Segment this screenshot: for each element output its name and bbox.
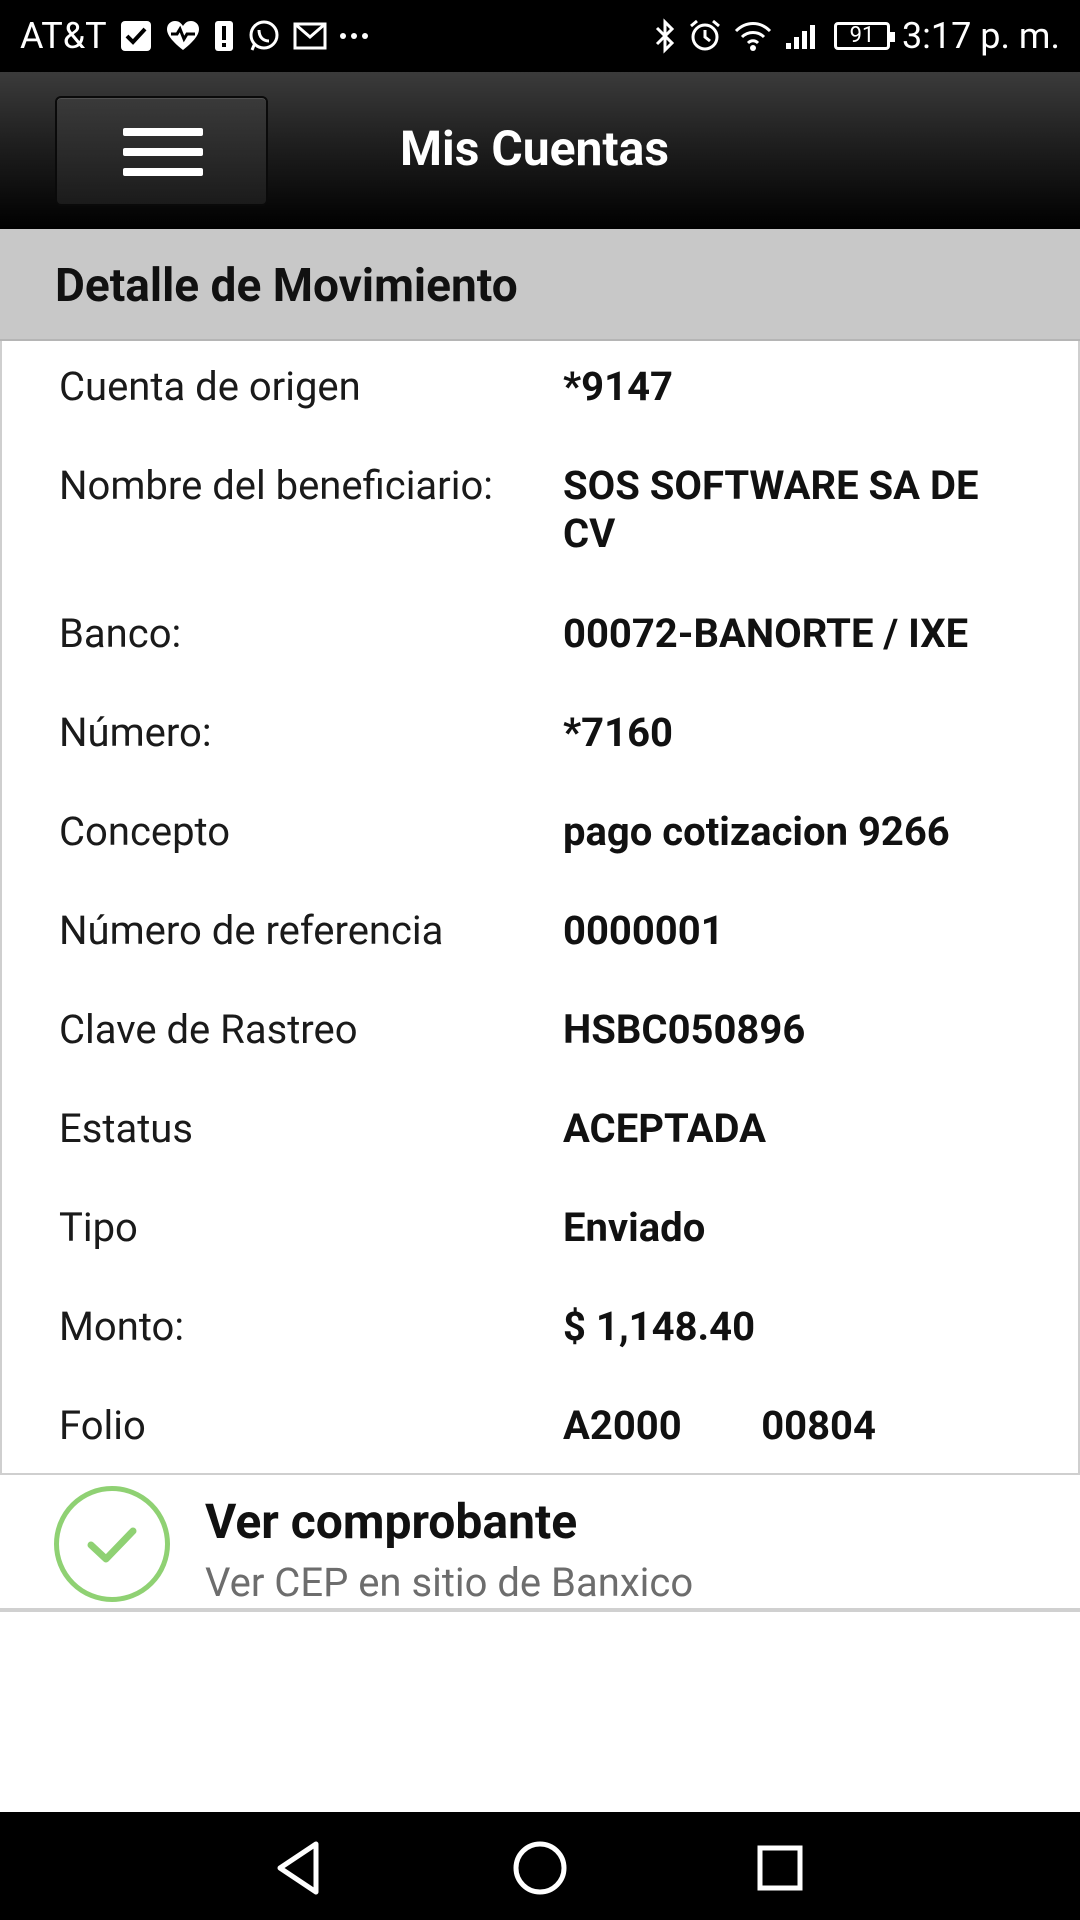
detail-value: $ 1,148.40 <box>563 1303 756 1350</box>
status-bar-right: 91 3:17 p. m. <box>654 15 1060 57</box>
mail-icon <box>293 21 327 51</box>
back-icon[interactable] <box>268 1836 332 1900</box>
status-bar-left: AT&T <box>20 15 369 57</box>
bluetooth-icon <box>654 18 676 54</box>
whatsapp-icon <box>247 19 281 53</box>
home-icon[interactable] <box>508 1836 572 1900</box>
battery-icon: 91 <box>833 22 895 50</box>
detail-value: SOS SOFTWARE SA DE CV <box>563 462 979 557</box>
detail-value: ACEPTADA <box>563 1105 767 1152</box>
wifi-icon <box>734 20 772 52</box>
clock: 3:17 p. m. <box>901 15 1060 57</box>
check-circle-icon <box>54 1486 170 1602</box>
more-notifications-icon <box>339 31 369 41</box>
detail-label: Folio <box>59 1402 146 1449</box>
detail-label: Monto: <box>59 1303 185 1350</box>
app-bar: Mis Cuentas <box>0 72 1080 229</box>
navigation-bar <box>0 1812 1080 1920</box>
detail-label: Número: <box>59 709 212 756</box>
detail-value: 00072-BANORTE / IXE <box>563 610 969 657</box>
carrier-label: AT&T <box>20 15 107 57</box>
detail-label: Concepto <box>59 808 231 855</box>
cep-subtitle: Ver CEP en sitio de Banxico <box>205 1559 694 1606</box>
page-title: Mis Cuentas <box>400 120 670 177</box>
detail-label: Tipo <box>59 1204 138 1251</box>
detail-label: Cuenta de origen <box>59 363 361 410</box>
detail-value: pago cotizacion 9266 <box>563 808 950 855</box>
cep-title: Ver comprobante <box>205 1493 578 1550</box>
detail-label: Número de referencia <box>59 907 444 954</box>
section-header: Detalle de Movimiento <box>0 229 1080 341</box>
detail-label: Nombre del beneficiario: <box>59 462 493 509</box>
signal-icon <box>784 21 822 51</box>
section-title: Detalle de Movimiento <box>55 259 518 313</box>
alarm-icon <box>688 19 722 53</box>
status-bar: AT&T 91 3:17 p. m. <box>0 0 1080 72</box>
menu-button[interactable] <box>55 96 268 206</box>
movement-details: Cuenta de origen *9147 Nombre del benefi… <box>0 341 1080 1475</box>
detail-value: *7160 <box>563 709 673 756</box>
detail-label: Clave de Rastreo <box>59 1006 358 1053</box>
detail-value: HSBC050896 <box>563 1006 806 1053</box>
ver-comprobante-link[interactable]: Ver comprobante Ver CEP en sitio de Banx… <box>0 1477 1080 1612</box>
alert-icon <box>213 19 235 53</box>
heart-monitor-icon <box>165 19 201 53</box>
detail-value: A2000 00804 <box>563 1402 876 1449</box>
recents-icon[interactable] <box>748 1836 812 1900</box>
task-check-icon <box>119 19 153 53</box>
detail-value: Enviado <box>563 1204 706 1251</box>
detail-label: Estatus <box>59 1105 194 1152</box>
detail-value: *9147 <box>563 363 673 410</box>
detail-label: Banco: <box>59 610 182 657</box>
detail-value: 0000001 <box>563 907 724 954</box>
